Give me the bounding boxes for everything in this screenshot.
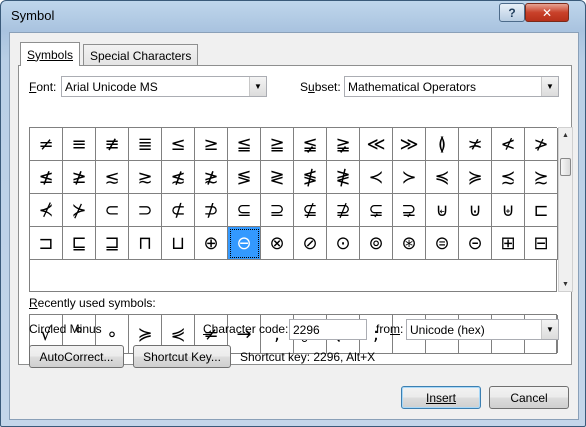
symbol-cell[interactable]: ≱: [63, 161, 96, 194]
symbol-cell[interactable]: ≨: [294, 128, 327, 161]
symbol-cell[interactable]: ≪: [360, 128, 393, 161]
chevron-down-icon: ▼: [541, 77, 558, 96]
close-button[interactable]: ✕: [525, 3, 569, 22]
symbol-cell[interactable]: ⊑: [63, 227, 96, 260]
from-dropdown[interactable]: Unicode (hex) ▼: [406, 319, 559, 340]
symbol-cell[interactable]: ⊚: [360, 227, 393, 260]
symbol-grid-scrollbar[interactable]: ▲ ▼: [558, 127, 573, 292]
font-dropdown[interactable]: Arial Unicode MS ▼: [61, 76, 267, 97]
window-title: Symbol: [11, 8, 55, 23]
symbol-cell[interactable]: ⊁: [63, 194, 96, 227]
symbol-cell[interactable]: ≽: [459, 161, 492, 194]
symbol-cell[interactable]: ⊏: [525, 194, 558, 227]
symbol-cell[interactable]: ⊃: [129, 194, 162, 227]
symbol-cell[interactable]: ⊟: [525, 227, 558, 260]
symbol-cell[interactable]: ⊊: [360, 194, 393, 227]
symbol-cell[interactable]: ⊘: [294, 227, 327, 260]
scroll-down-icon[interactable]: ▼: [559, 277, 572, 291]
symbol-cell[interactable]: ≹: [327, 161, 360, 194]
symbol-cell[interactable]: ≭: [459, 128, 492, 161]
symbol-cell[interactable]: ≵: [195, 161, 228, 194]
chevron-down-icon: ▼: [249, 77, 266, 96]
autocorrect-button[interactable]: AutoCorrect...: [29, 345, 124, 368]
chevron-down-icon: ▼: [541, 320, 558, 339]
symbol-cell[interactable]: ≳: [129, 161, 162, 194]
recent-symbols-label: Recently used symbols:: [29, 296, 156, 310]
symbol-cell[interactable]: ≢: [96, 128, 129, 161]
symbol-cell[interactable]: ⊞: [492, 227, 525, 260]
insert-button[interactable]: Insert: [401, 386, 481, 409]
symbol-cell[interactable]: ≼: [426, 161, 459, 194]
character-code-input[interactable]: 2296: [289, 319, 367, 340]
symbol-cell[interactable]: ≦: [228, 128, 261, 161]
symbol-cell[interactable]: ≣: [129, 128, 162, 161]
subset-dropdown[interactable]: Mathematical Operators ▼: [344, 76, 559, 97]
symbol-cell[interactable]: ≤: [162, 128, 195, 161]
symbol-cell[interactable]: ⊆: [228, 194, 261, 227]
symbol-cell[interactable]: ⊕: [195, 227, 228, 260]
tab-special-characters-label: Special Characters: [90, 48, 192, 63]
font-value: Arial Unicode MS: [65, 79, 158, 94]
symbol-cell[interactable]: ≩: [327, 128, 360, 161]
symbol-cell[interactable]: ≡: [63, 128, 96, 161]
shortcut-key-button[interactable]: Shortcut Key...: [133, 345, 231, 368]
symbol-cell[interactable]: ≻: [393, 161, 426, 194]
symbol-cell[interactable]: ⊒: [96, 227, 129, 260]
subset-label: Subset:: [300, 80, 341, 94]
symbol-cell[interactable]: ≥: [195, 128, 228, 161]
symbol-cell[interactable]: ≷: [261, 161, 294, 194]
help-button[interactable]: ?: [499, 3, 525, 22]
symbol-cell[interactable]: ⊌: [426, 194, 459, 227]
shortcut-key-text: Shortcut key: 2296, Alt+X: [240, 350, 376, 364]
subset-value: Mathematical Operators: [348, 79, 477, 94]
symbol-cell[interactable]: ⊛: [393, 227, 426, 260]
symbol-cell[interactable]: ≯: [525, 128, 558, 161]
symbol-cell[interactable]: ⊓: [129, 227, 162, 260]
character-code-label: Character code:: [203, 322, 289, 336]
symbol-cell[interactable]: ≧: [261, 128, 294, 161]
symbol-cell[interactable]: ⊇: [261, 194, 294, 227]
symbol-grid[interactable]: ≠ ≡ ≢ ≣ ≤ ≥ ≦ ≧ ≨ ≩ ≪ ≫ ≬ ≭ ≮ ≯ ≰ ≱ ≲ ≳ ≴ ≵ ≶ ≷ ≸ ≹ ≺ ≻ ≼ ≽ ≾ ≿ ⊀ ⊁ ⊂ ⊃ ⊄ ⊅ ⊆ ⊇…: [29, 127, 558, 292]
symbol-dialog: Symbol ? ✕ Symbols Special Characters Fo…: [0, 0, 586, 427]
symbol-cell[interactable]: ⊅: [195, 194, 228, 227]
tab-symbols-label: Symbols: [27, 47, 74, 62]
character-name: Circled Minus: [29, 322, 102, 336]
symbol-cell-selected[interactable]: ⊖: [228, 227, 261, 260]
symbol-cell[interactable]: ≶: [228, 161, 261, 194]
symbol-cell[interactable]: ≬: [426, 128, 459, 161]
symbol-cell[interactable]: ⊂: [96, 194, 129, 227]
symbol-cell[interactable]: ≫: [393, 128, 426, 161]
symbol-cell[interactable]: ≲: [96, 161, 129, 194]
symbol-cell[interactable]: ⊄: [162, 194, 195, 227]
from-label: from:: [376, 322, 404, 336]
symbol-cell[interactable]: ≮: [492, 128, 525, 161]
cancel-button[interactable]: Cancel: [489, 386, 569, 409]
symbol-cell[interactable]: ⊐: [30, 227, 63, 260]
symbol-cell[interactable]: ≾: [492, 161, 525, 194]
symbol-cell[interactable]: ≺: [360, 161, 393, 194]
symbol-cell[interactable]: ⊜: [426, 227, 459, 260]
symbol-cell[interactable]: ≴: [162, 161, 195, 194]
symbol-cell[interactable]: ⊈: [294, 194, 327, 227]
symbol-cell[interactable]: ⊝: [459, 227, 492, 260]
symbol-cell[interactable]: ≰: [30, 161, 63, 194]
tab-symbols[interactable]: Symbols: [20, 42, 81, 66]
symbol-cell[interactable]: ⊎: [492, 194, 525, 227]
symbol-cell[interactable]: ≿: [525, 161, 558, 194]
symbol-cell[interactable]: ⊀: [30, 194, 63, 227]
dialog-body: Symbols Special Characters Font: Arial U…: [9, 32, 579, 420]
tab-special-characters[interactable]: Special Characters: [83, 44, 199, 66]
font-label: Font:: [29, 80, 57, 94]
scroll-up-icon[interactable]: ▲: [559, 128, 572, 142]
symbol-cell[interactable]: ⊋: [393, 194, 426, 227]
from-value: Unicode (hex): [410, 322, 485, 337]
symbol-cell[interactable]: ⊍: [459, 194, 492, 227]
symbol-cell[interactable]: ⊗: [261, 227, 294, 260]
symbol-cell[interactable]: ⊙: [327, 227, 360, 260]
symbol-cell[interactable]: ≠: [30, 128, 63, 161]
symbol-cell[interactable]: ⊉: [327, 194, 360, 227]
symbol-cell[interactable]: ⊔: [162, 227, 195, 260]
scroll-thumb[interactable]: [560, 158, 571, 176]
symbol-cell[interactable]: ≸: [294, 161, 327, 194]
